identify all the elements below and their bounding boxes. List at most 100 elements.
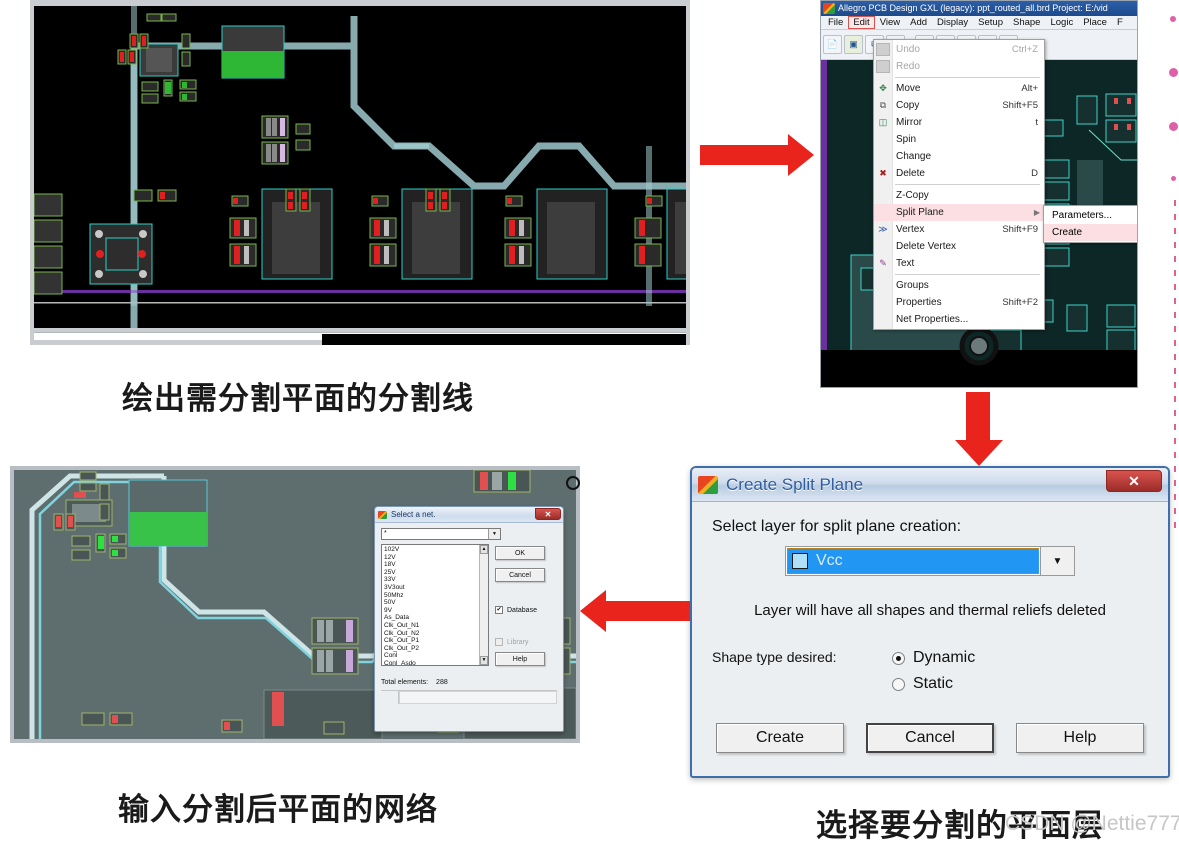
pcb-artwork-top bbox=[34, 6, 686, 328]
close-icon[interactable]: ✕ bbox=[535, 508, 561, 520]
list-item[interactable]: Conl_Asdo bbox=[384, 660, 477, 665]
chevron-down-icon[interactable]: ▼ bbox=[488, 529, 500, 539]
menu-item-z-copy[interactable]: Z-Copy bbox=[874, 187, 1044, 204]
menu-item-mirror-label: Mirror bbox=[896, 117, 923, 128]
menu-item-copy-label: Copy bbox=[896, 100, 920, 111]
radio-unselected-icon[interactable] bbox=[892, 677, 905, 691]
menu-edit[interactable]: Edit bbox=[848, 16, 875, 29]
help-button[interactable]: Help bbox=[1016, 723, 1144, 753]
split-plane-submenu[interactable]: Parameters... Create bbox=[1043, 205, 1137, 243]
board-icon[interactable]: ▣ bbox=[844, 35, 863, 54]
menu-shape[interactable]: Shape bbox=[1008, 16, 1045, 29]
menu-item-split-plane[interactable]: Split Plane ▶ bbox=[874, 204, 1044, 221]
menu-separator bbox=[895, 77, 1040, 78]
cancel-button[interactable]: Cancel bbox=[495, 568, 545, 582]
net-list[interactable]: 102V 12V 18V 25V 33V 3V3out 50Mhz 50V 9V… bbox=[381, 544, 489, 666]
radio-dynamic[interactable]: Dynamic bbox=[892, 649, 975, 667]
list-item[interactable]: Conl bbox=[384, 652, 477, 660]
edit-dropdown-menu[interactable]: Undo Ctrl+Z Redo ✥ Move Alt+ ⧉ Copy Shif… bbox=[873, 39, 1045, 330]
cancel-button[interactable]: Cancel bbox=[866, 723, 994, 753]
list-item[interactable]: 3V3out bbox=[384, 584, 477, 592]
list-item[interactable]: 50V bbox=[384, 599, 477, 607]
menu-item-properties[interactable]: Properties Shift+F2 bbox=[874, 294, 1044, 311]
pcb-bottom-black-strip bbox=[322, 334, 686, 345]
menu-item-groups[interactable]: Groups bbox=[874, 277, 1044, 294]
edge-marker-dots bbox=[1168, 10, 1179, 190]
list-item[interactable]: 33V bbox=[384, 576, 477, 584]
menu-place[interactable]: Place bbox=[1078, 16, 1112, 29]
total-elements-label: Total elements: bbox=[381, 679, 429, 686]
new-file-icon[interactable]: 📄 bbox=[823, 35, 842, 54]
net-filter-input[interactable]: * bbox=[382, 529, 488, 539]
layer-color-swatch bbox=[792, 553, 808, 569]
menu-add[interactable]: Add bbox=[905, 16, 932, 29]
list-item[interactable]: 9V bbox=[384, 607, 477, 615]
checkbox-checked-icon[interactable]: ✔ bbox=[495, 606, 503, 614]
create-button[interactable]: Create bbox=[716, 723, 844, 753]
list-item[interactable]: 18V bbox=[384, 561, 477, 569]
menu-item-split-plane-label: Split Plane bbox=[896, 207, 944, 218]
list-item[interactable]: 12V bbox=[384, 554, 477, 562]
allegro-icon bbox=[823, 3, 835, 14]
net-filter-combo[interactable]: * ▼ bbox=[381, 528, 501, 540]
list-item[interactable]: Clk_Out_P2 bbox=[384, 645, 477, 653]
menu-setup[interactable]: Setup bbox=[973, 16, 1008, 29]
menu-item-net-properties-label: Net Properties... bbox=[896, 314, 969, 325]
ok-button[interactable]: OK bbox=[495, 546, 545, 560]
net-list-scrollbar[interactable]: ▲ ▼ bbox=[479, 545, 488, 665]
menu-item-change[interactable]: Change bbox=[874, 148, 1044, 165]
radio-dynamic-label: Dynamic bbox=[913, 649, 976, 666]
csp-button-row: Create Cancel Help bbox=[712, 723, 1148, 753]
list-item[interactable]: 102V bbox=[384, 546, 477, 554]
allegro-window: Allegro PCB Design GXL (legacy): ppt_rou… bbox=[820, 0, 1138, 388]
edge-marker-line bbox=[1174, 200, 1176, 530]
menu-item-net-properties[interactable]: Net Properties... bbox=[874, 311, 1044, 328]
menu-separator bbox=[895, 274, 1040, 275]
menu-logic[interactable]: Logic bbox=[1045, 16, 1078, 29]
submenu-item-parameters-label: Parameters... bbox=[1052, 210, 1113, 221]
text-icon: ✎ bbox=[879, 258, 887, 268]
menu-item-spin[interactable]: Spin bbox=[874, 131, 1044, 148]
submenu-item-create[interactable]: Create bbox=[1044, 224, 1137, 241]
net-list-items[interactable]: 102V 12V 18V 25V 33V 3V3out 50Mhz 50V 9V… bbox=[382, 545, 479, 665]
watermark: CSDN @Nettie777 bbox=[1005, 812, 1179, 835]
list-item[interactable]: Clk_Out_N1 bbox=[384, 622, 477, 630]
scroll-up-icon[interactable]: ▲ bbox=[480, 545, 488, 554]
menu-item-delete[interactable]: ✖ Delete D bbox=[874, 165, 1044, 182]
pcb-right-circle-marker bbox=[566, 476, 580, 490]
menu-item-properties-accel: Shift+F2 bbox=[1002, 297, 1038, 308]
list-item[interactable]: Clk_Out_N2 bbox=[384, 630, 477, 638]
help-button[interactable]: Help bbox=[495, 652, 545, 666]
menu-more[interactable]: F bbox=[1112, 16, 1128, 29]
database-checkbox[interactable]: ✔ Database bbox=[495, 606, 555, 614]
list-item[interactable]: Clk_Out_P1 bbox=[384, 637, 477, 645]
layer-select-value[interactable]: Vcc bbox=[787, 548, 1039, 574]
list-item[interactable]: 25V bbox=[384, 569, 477, 577]
list-item[interactable]: As_Data bbox=[384, 614, 477, 622]
close-icon[interactable]: ✕ bbox=[1106, 470, 1162, 492]
layer-name: Vcc bbox=[816, 552, 843, 569]
menu-item-undo-label: Undo bbox=[896, 44, 920, 55]
list-item[interactable]: 50Mhz bbox=[384, 592, 477, 600]
scroll-down-icon[interactable]: ▼ bbox=[480, 656, 488, 665]
page-root: Allegro PCB Design GXL (legacy): ppt_rou… bbox=[0, 0, 1179, 842]
total-elements-value: 288 bbox=[436, 679, 448, 686]
menu-item-move[interactable]: ✥ Move Alt+ bbox=[874, 80, 1044, 97]
menu-item-z-copy-label: Z-Copy bbox=[896, 190, 929, 201]
layer-select[interactable]: Vcc ▼ bbox=[785, 546, 1075, 576]
menu-item-copy[interactable]: ⧉ Copy Shift+F5 bbox=[874, 97, 1044, 114]
submenu-item-parameters[interactable]: Parameters... bbox=[1044, 207, 1137, 224]
radio-selected-icon[interactable] bbox=[892, 651, 905, 665]
menu-item-mirror[interactable]: ◫ Mirror t bbox=[874, 114, 1044, 131]
menu-item-delete-vertex[interactable]: Delete Vertex bbox=[874, 238, 1044, 255]
menu-file[interactable]: File bbox=[823, 16, 848, 29]
chevron-down-icon[interactable]: ▼ bbox=[1040, 547, 1074, 575]
select-net-main: 102V 12V 18V 25V 33V 3V3out 50Mhz 50V 9V… bbox=[381, 544, 557, 674]
menu-display[interactable]: Display bbox=[932, 16, 973, 29]
menu-view[interactable]: View bbox=[875, 16, 905, 29]
menu-item-text[interactable]: ✎ Text bbox=[874, 255, 1044, 272]
menu-item-vertex[interactable]: ≫ Vertex Shift+F9 bbox=[874, 221, 1044, 238]
menu-item-delete-accel: D bbox=[1031, 168, 1038, 179]
radio-static[interactable]: Static bbox=[892, 675, 975, 693]
menu-item-undo: Undo Ctrl+Z bbox=[874, 41, 1044, 58]
